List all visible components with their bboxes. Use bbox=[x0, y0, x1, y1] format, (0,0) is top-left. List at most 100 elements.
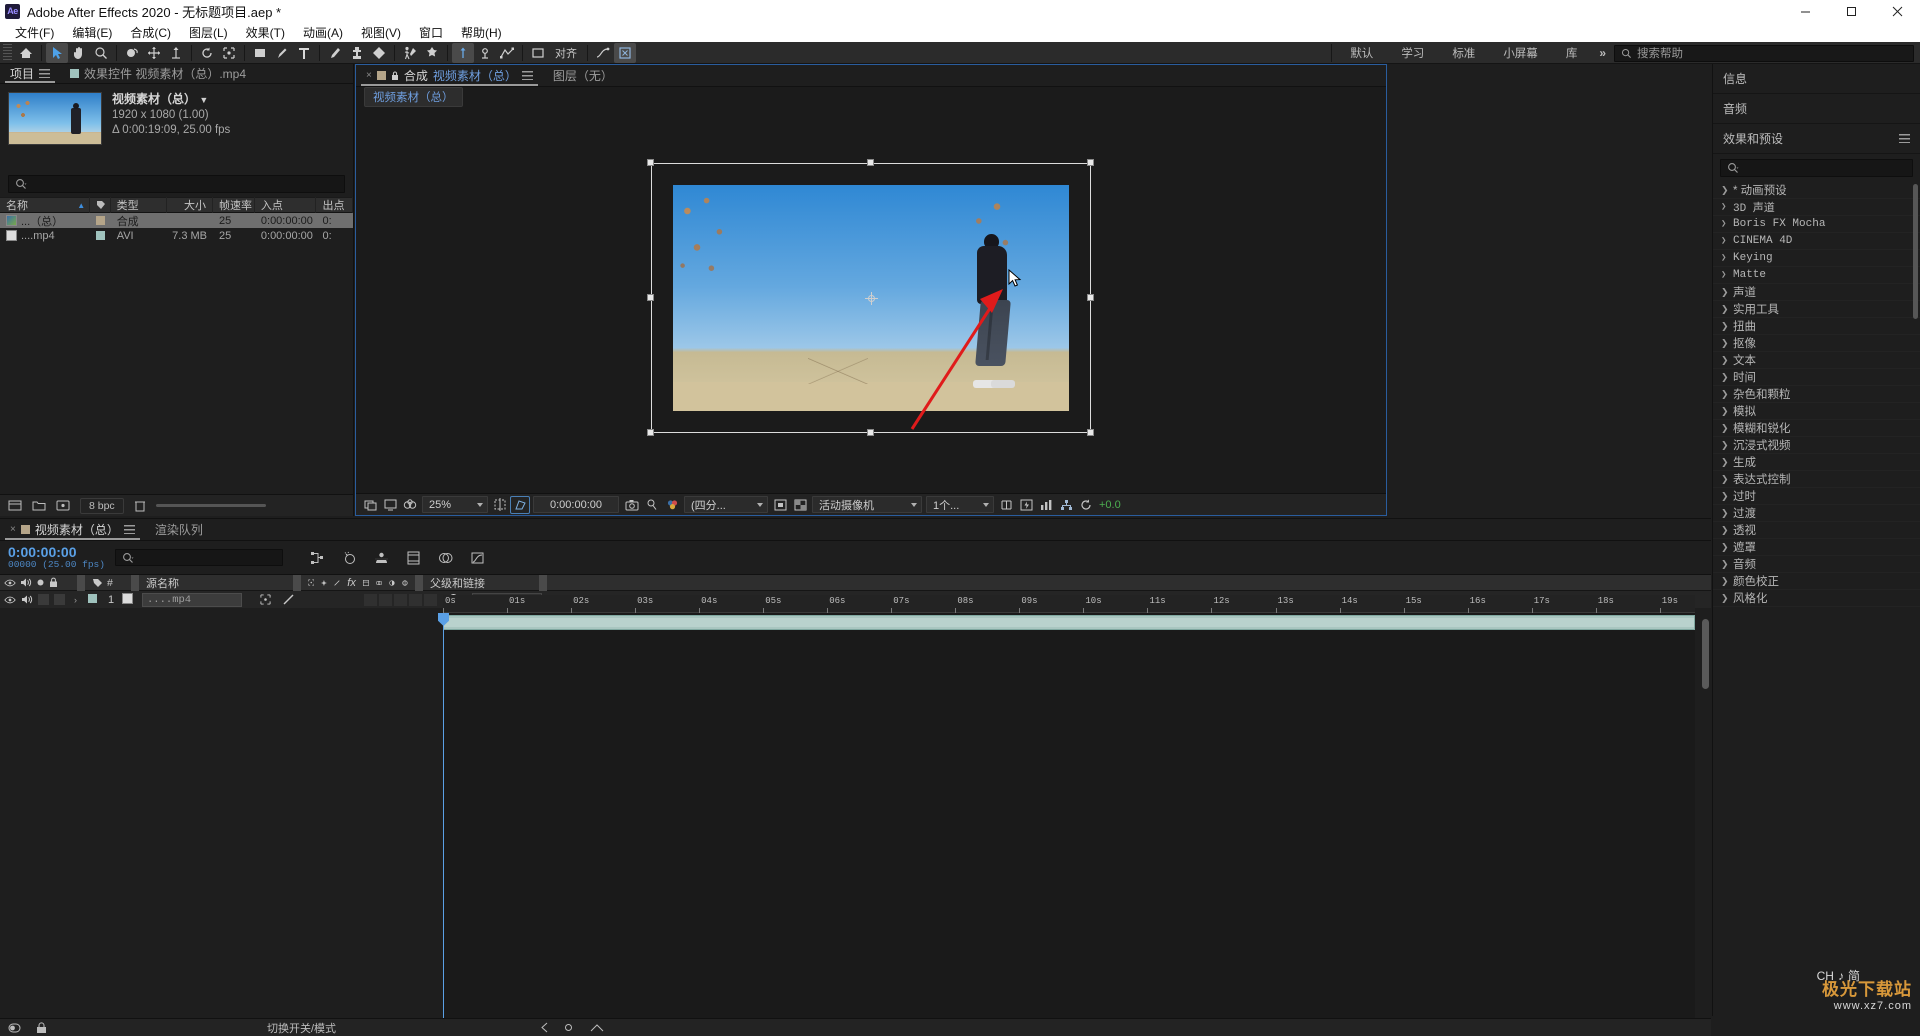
menu-effect[interactable]: 效果(T) bbox=[237, 22, 294, 43]
effects-category-item[interactable]: ❯ * 动画预设 bbox=[1713, 182, 1920, 199]
effects-category-item[interactable]: ❯ 声道 bbox=[1713, 284, 1920, 301]
rotation-tool-icon[interactable] bbox=[196, 43, 218, 63]
chevron-right-icon[interactable]: ❯ bbox=[1721, 440, 1729, 451]
effects-category-item[interactable]: ❯ 遮罩 bbox=[1713, 539, 1920, 556]
tab-composition[interactable]: × 合成 视频素材（总） bbox=[356, 66, 543, 86]
chevron-right-icon[interactable]: ❯ bbox=[1721, 185, 1729, 196]
chevron-right-icon[interactable]: ❯ bbox=[1721, 253, 1728, 263]
effects-category-item[interactable]: ❯ 实用工具 bbox=[1713, 301, 1920, 318]
tab-project[interactable]: 项目 bbox=[0, 63, 60, 83]
fast-preview-icon[interactable] bbox=[1016, 496, 1036, 514]
layer-visibility-icon[interactable] bbox=[4, 595, 16, 605]
effects-category-item[interactable]: ❯ 抠像 bbox=[1713, 335, 1920, 352]
text-tool-icon[interactable] bbox=[293, 43, 315, 63]
layer-lock-toggle[interactable] bbox=[54, 594, 65, 605]
hide-shy-layers-icon[interactable] bbox=[371, 548, 393, 568]
info-panel-header[interactable]: 信息 bbox=[1713, 64, 1920, 94]
tab-effect-controls[interactable]: 效果控件 视频素材（总）.mp4 bbox=[60, 63, 256, 83]
source-name-header[interactable]: 源名称 bbox=[142, 575, 290, 591]
resize-handle-tl[interactable] bbox=[647, 159, 654, 166]
layer-anchor-icon[interactable] bbox=[260, 594, 271, 605]
table-row[interactable]: ....mp4 AVI 7.3 MB 25 0:00:00:00 0: bbox=[0, 228, 353, 243]
effects-category-item[interactable]: ❯ CINEMA 4D bbox=[1713, 233, 1920, 250]
timeline-jump-icon[interactable] bbox=[1036, 496, 1056, 514]
motion-blur-icon[interactable] bbox=[435, 548, 457, 568]
chevron-right-icon[interactable]: ❯ bbox=[1721, 236, 1728, 246]
lock-footer-icon[interactable] bbox=[35, 1021, 48, 1034]
effects-scrollbar[interactable] bbox=[1913, 184, 1918, 319]
bit-depth-button[interactable]: 8 bpc bbox=[80, 497, 124, 514]
panel-menu-icon[interactable] bbox=[123, 525, 135, 534]
resize-handle-bl[interactable] bbox=[647, 429, 654, 436]
layer-solo-toggle[interactable] bbox=[38, 594, 49, 605]
label-swatch[interactable] bbox=[96, 231, 106, 240]
frame-blending-icon[interactable] bbox=[403, 548, 425, 568]
column-type[interactable]: 类型 bbox=[111, 197, 167, 213]
table-row[interactable]: ...（总） 合成 25 0:00:00:00 0: bbox=[0, 213, 353, 228]
draft-3d-icon[interactable] bbox=[339, 548, 361, 568]
timeline-ruler[interactable]: 0s 01s 02s 03s 04s 05s 06s 07s 08s 09s 10s 11s 12s 13… bbox=[443, 595, 1695, 613]
brush-tool-icon[interactable] bbox=[324, 43, 346, 63]
mask-shape-icon[interactable] bbox=[496, 43, 518, 63]
effects-category-item[interactable]: ❯ 透视 bbox=[1713, 522, 1920, 539]
search-help-input[interactable]: 搜索帮助 bbox=[1614, 44, 1914, 62]
project-search-input[interactable] bbox=[8, 175, 345, 193]
effects-category-item[interactable]: ❯ 音频 bbox=[1713, 556, 1920, 573]
chevron-right-icon[interactable]: ❯ bbox=[1721, 202, 1728, 212]
effects-category-item[interactable]: ❯ 杂色和颗粒 bbox=[1713, 386, 1920, 403]
viewer-timecode[interactable]: 0:00:00:00 bbox=[533, 496, 619, 513]
effects-category-item[interactable]: ❯ 沉浸式视频 bbox=[1713, 437, 1920, 454]
comp-flowchart-icon[interactable] bbox=[1056, 496, 1076, 514]
chevron-right-icon[interactable]: ❯ bbox=[1721, 389, 1729, 400]
toggle-switches-label[interactable]: 切换开关/模式 bbox=[267, 1020, 336, 1036]
new-folder-icon[interactable] bbox=[32, 499, 46, 512]
effects-category-item[interactable]: ❯ 风格化 bbox=[1713, 590, 1920, 607]
resize-handle-b[interactable] bbox=[867, 429, 874, 436]
close-tab-icon[interactable]: × bbox=[10, 524, 16, 535]
chevron-right-icon[interactable]: ❯ bbox=[1721, 219, 1728, 229]
roto-brush-tool-icon[interactable] bbox=[399, 43, 421, 63]
column-label[interactable] bbox=[90, 197, 111, 213]
mask-visibility-icon[interactable] bbox=[510, 495, 530, 514]
layer-quality-icon[interactable] bbox=[283, 594, 294, 605]
effects-presets-header[interactable]: 效果和预设 bbox=[1713, 124, 1920, 154]
pen-tool-icon[interactable] bbox=[271, 43, 293, 63]
effects-category-item[interactable]: ❯ 表达式控制 bbox=[1713, 471, 1920, 488]
effects-category-item[interactable]: ❯ 文本 bbox=[1713, 352, 1920, 369]
delete-icon[interactable] bbox=[134, 499, 146, 512]
layer-label-swatch[interactable] bbox=[88, 593, 97, 603]
tab-timeline-comp[interactable]: × 视频素材（总） bbox=[0, 520, 145, 540]
column-in[interactable]: 入点 bbox=[255, 197, 317, 213]
pixel-aspect-icon[interactable] bbox=[996, 496, 1016, 514]
lock-icon[interactable] bbox=[391, 71, 399, 81]
anchor-point-tool-icon[interactable] bbox=[218, 43, 240, 63]
column-framerate[interactable]: 帧速率 bbox=[213, 197, 255, 213]
menu-window[interactable]: 窗口 bbox=[410, 22, 452, 43]
orbit-tool-icon[interactable] bbox=[121, 43, 143, 63]
maximize-button[interactable] bbox=[1828, 0, 1874, 22]
workspace-learn[interactable]: 学习 bbox=[1387, 42, 1438, 64]
expand-left-icon[interactable] bbox=[535, 1022, 548, 1033]
effects-search-input[interactable] bbox=[1720, 159, 1913, 177]
timeline-current-time-group[interactable]: 0:00:00:00 00000 (25.00 fps) bbox=[8, 545, 105, 570]
workspace-library[interactable]: 库 bbox=[1552, 42, 1592, 64]
tab-layer[interactable]: 图层（无） bbox=[543, 66, 623, 86]
menu-help[interactable]: 帮助(H) bbox=[452, 22, 511, 43]
parent-link-header[interactable]: 父级和链接 bbox=[426, 575, 536, 591]
timeline-track-area[interactable] bbox=[438, 613, 1695, 1022]
column-out[interactable]: 出点 bbox=[316, 197, 353, 213]
effects-category-item[interactable]: ❯ 模糊和锐化 bbox=[1713, 420, 1920, 437]
layer-switch-cell[interactable] bbox=[379, 593, 392, 606]
hand-tool-icon[interactable] bbox=[68, 43, 90, 63]
camera-snapshot-icon[interactable] bbox=[622, 496, 642, 514]
color-picker-icon[interactable] bbox=[662, 496, 682, 514]
resize-handle-l[interactable] bbox=[647, 294, 654, 301]
chevron-right-icon[interactable]: ❯ bbox=[1721, 491, 1729, 502]
zoom-tool-icon[interactable] bbox=[90, 43, 112, 63]
panel-menu-icon[interactable] bbox=[1899, 134, 1910, 143]
effects-category-item[interactable]: ❯ 扭曲 bbox=[1713, 318, 1920, 335]
view-layout-select[interactable]: 1个... bbox=[926, 496, 994, 513]
graph-editor-toggle-icon[interactable] bbox=[467, 548, 489, 568]
timeline-search-input[interactable] bbox=[114, 549, 283, 566]
effects-category-item[interactable]: ❯ 生成 bbox=[1713, 454, 1920, 471]
